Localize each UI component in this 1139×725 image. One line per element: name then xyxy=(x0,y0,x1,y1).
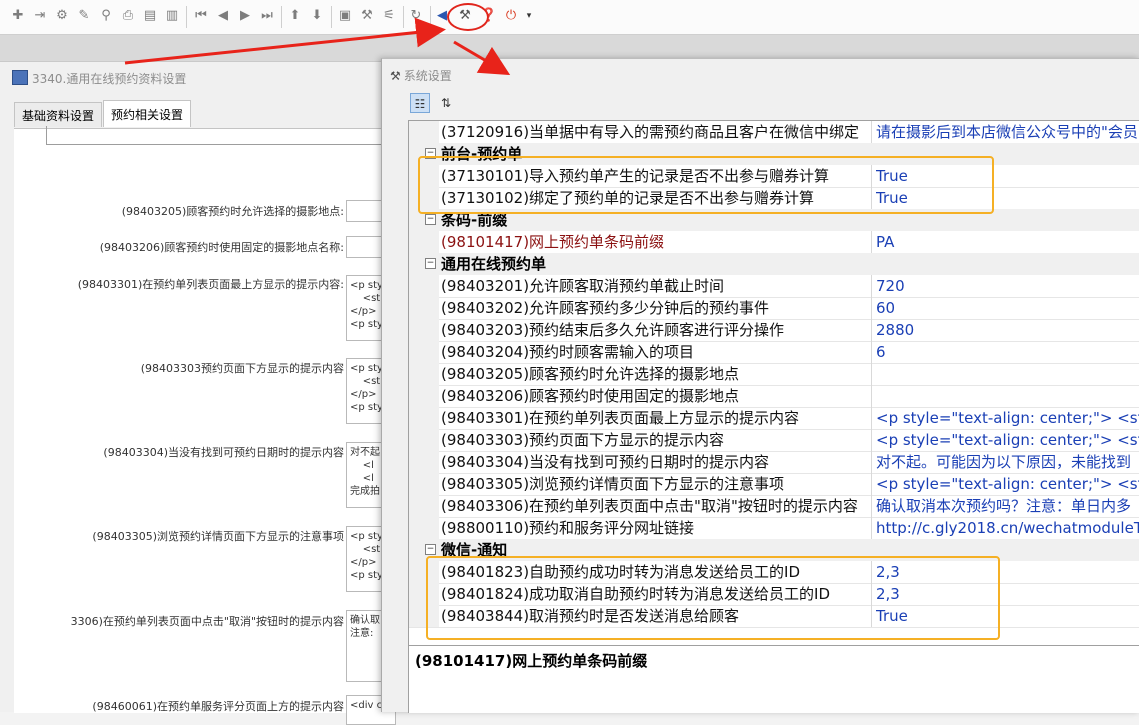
arrow-to-settings-icon xyxy=(124,17,446,65)
annotation-arrows xyxy=(124,17,511,76)
arrow-to-settings-window xyxy=(453,40,511,76)
